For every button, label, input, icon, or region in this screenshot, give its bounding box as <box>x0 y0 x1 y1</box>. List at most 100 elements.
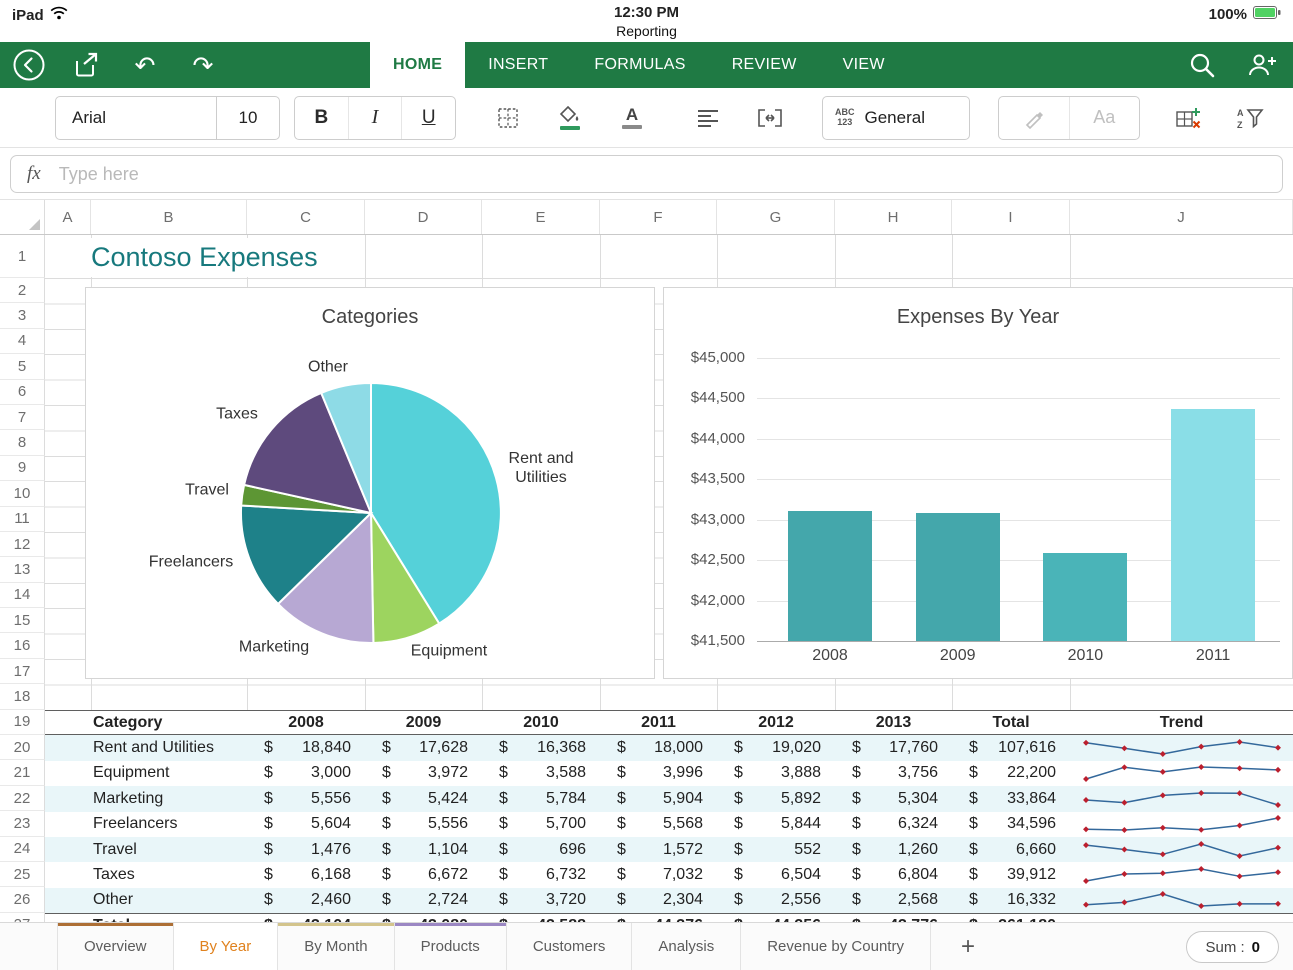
column-header-A[interactable]: A <box>45 200 91 234</box>
header-2013[interactable]: 2013 <box>835 711 952 734</box>
money-cell[interactable]: $5,304 <box>835 786 952 811</box>
spacer-cell[interactable] <box>45 761 91 786</box>
category-cell[interactable]: Equipment <box>91 761 247 786</box>
formula-input[interactable]: fx Type here <box>10 155 1283 193</box>
money-cell[interactable]: $3,720 <box>482 888 600 913</box>
total-cell[interactable]: $22,200 <box>952 761 1070 786</box>
spacer-cell[interactable] <box>45 862 91 887</box>
money-cell[interactable]: $1,104 <box>365 837 482 862</box>
font-selector[interactable]: Arial 10 <box>55 95 280 140</box>
header-category[interactable]: Category <box>91 711 247 734</box>
add-sheet-button[interactable]: + <box>939 923 997 970</box>
money-cell[interactable]: $3,000 <box>247 761 365 786</box>
sheet-tab-customers[interactable]: Customers <box>507 923 633 970</box>
row-header-13[interactable]: 13 <box>0 557 45 583</box>
column-header-G[interactable]: G <box>717 200 835 234</box>
header-trend[interactable]: Trend <box>1070 711 1293 734</box>
bar-2009[interactable] <box>915 513 1000 641</box>
money-cell[interactable]: $6,804 <box>835 862 952 887</box>
money-cell[interactable]: $3,588 <box>482 761 600 786</box>
back-icon[interactable] <box>12 48 46 82</box>
money-cell[interactable]: $5,784 <box>482 786 600 811</box>
money-cell[interactable]: $43,776 <box>835 914 952 922</box>
trend-cell[interactable] <box>1070 862 1293 887</box>
total-cell[interactable]: $107,616 <box>952 735 1070 760</box>
table-row-marketing[interactable]: Marketing $5,556 $5,424 $5,784 $5,904 $5,892 $… <box>45 786 1293 812</box>
header-2011[interactable]: 2011 <box>600 711 717 734</box>
borders-icon[interactable] <box>484 96 532 140</box>
column-header-H[interactable]: H <box>835 200 952 234</box>
trend-cell[interactable] <box>1070 888 1293 913</box>
sheet-tab-overview[interactable]: Overview <box>57 923 174 970</box>
bar-chart-frame[interactable]: Expenses By Year $45,000 $44,500 $44,000 $4… <box>663 287 1293 679</box>
row-header-8[interactable]: 8 <box>0 430 45 456</box>
row-header-22[interactable]: 22 <box>0 785 45 812</box>
money-cell[interactable]: $1,260 <box>835 837 952 862</box>
trend-cell[interactable] <box>1070 914 1293 922</box>
tab-review[interactable]: REVIEW <box>709 42 820 88</box>
table-row-freelancers[interactable]: Freelancers $5,604 $5,556 $5,700 $5,568 $5,84… <box>45 811 1293 837</box>
total-cell[interactable]: $39,912 <box>952 862 1070 887</box>
row-header-9[interactable]: 9 <box>0 455 45 482</box>
spreadsheet-grid[interactable]: 1 2 3 4 5 6 7 8 9 10 11 12 13 14 15 16 17 18 19 20 21 22 23 24 2… <box>0 235 1293 922</box>
trend-cell[interactable] <box>1070 812 1293 837</box>
money-cell[interactable]: $2,724 <box>365 888 482 913</box>
category-cell[interactable]: Marketing <box>91 786 247 811</box>
spacer-cell[interactable] <box>45 711 91 734</box>
money-cell[interactable]: $3,756 <box>835 761 952 786</box>
money-cell[interactable]: $6,324 <box>835 812 952 837</box>
sheet-tab-by-month[interactable]: By Month <box>278 923 395 970</box>
total-cell[interactable]: $33,864 <box>952 786 1070 811</box>
money-cell[interactable]: $6,168 <box>247 862 365 887</box>
row-header-25[interactable]: 25 <box>0 861 45 888</box>
trend-cell[interactable] <box>1070 837 1293 862</box>
column-header-D[interactable]: D <box>365 200 482 234</box>
money-cell[interactable]: $16,368 <box>482 735 600 760</box>
row-header-21[interactable]: 21 <box>0 760 45 786</box>
search-icon[interactable] <box>1185 48 1219 82</box>
money-cell[interactable]: $6,504 <box>717 862 835 887</box>
money-cell[interactable]: $5,892 <box>717 786 835 811</box>
spacer-cell[interactable] <box>45 888 91 913</box>
row-header-14[interactable]: 14 <box>0 582 45 609</box>
row-header-26[interactable]: 26 <box>0 887 45 913</box>
bold-button[interactable]: B <box>295 97 348 139</box>
tab-home[interactable]: HOME <box>370 42 466 88</box>
row-header-17[interactable]: 17 <box>0 658 45 685</box>
row-header-27[interactable]: 27 <box>0 912 45 922</box>
column-header-J[interactable]: J <box>1070 200 1293 234</box>
total-cell[interactable]: $34,596 <box>952 812 1070 837</box>
money-cell[interactable]: $1,572 <box>600 837 717 862</box>
undo-icon[interactable]: ↶ <box>128 48 162 82</box>
row-header-16[interactable]: 16 <box>0 633 45 659</box>
money-cell[interactable]: $1,476 <box>247 837 365 862</box>
bar-2008[interactable] <box>788 511 872 641</box>
money-cell[interactable]: $6,672 <box>365 862 482 887</box>
number-format-selector[interactable]: ABC 123 General <box>822 95 970 140</box>
merge-cells-icon[interactable] <box>746 96 794 140</box>
bar-2010[interactable] <box>1043 553 1128 641</box>
sheet-tab-analysis[interactable]: Analysis <box>632 923 742 970</box>
table-row-taxes[interactable]: Taxes $6,168 $6,672 $6,732 $7,032 $6,504 $6,80… <box>45 862 1293 888</box>
category-cell[interactable]: Travel <box>91 837 247 862</box>
money-cell[interactable]: $3,888 <box>717 761 835 786</box>
spacer-cell[interactable] <box>45 786 91 811</box>
row-header-1[interactable]: 1 <box>0 235 45 278</box>
category-cell[interactable]: Freelancers <box>91 812 247 837</box>
row-header-20[interactable]: 20 <box>0 735 45 761</box>
header-2012[interactable]: 2012 <box>717 711 835 734</box>
tab-view[interactable]: VIEW <box>820 42 908 88</box>
select-all-corner[interactable] <box>0 200 45 234</box>
row-header-19[interactable]: 19 <box>0 709 45 736</box>
sort-filter-icon[interactable]: A Z <box>1226 96 1274 140</box>
table-row-rent-and-utilities[interactable]: Rent and Utilities $18,840 $17,628 $16,368 $… <box>45 735 1293 761</box>
money-cell[interactable]: $17,760 <box>835 735 952 760</box>
spacer-cell[interactable] <box>45 914 91 922</box>
tab-insert[interactable]: INSERT <box>465 42 571 88</box>
header-2010[interactable]: 2010 <box>482 711 600 734</box>
money-cell[interactable]: $2,304 <box>600 888 717 913</box>
row-header-11[interactable]: 11 <box>0 506 45 532</box>
money-cell[interactable]: $43,080 <box>365 914 482 922</box>
row-header-4[interactable]: 4 <box>0 328 45 355</box>
bar-2011[interactable] <box>1171 408 1256 641</box>
